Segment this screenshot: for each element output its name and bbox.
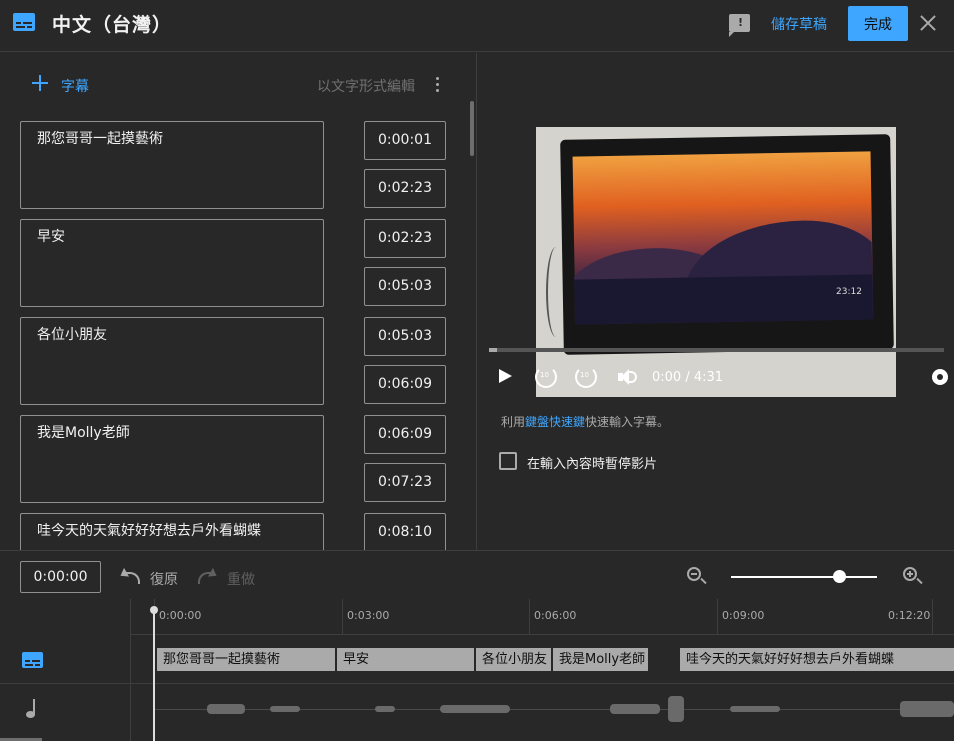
wave-blob — [207, 704, 245, 714]
done-button[interactable]: 完成 — [848, 6, 908, 41]
keyboard-shortcuts-link[interactable]: 鍵盤快速鍵 — [525, 415, 585, 429]
settings-gear-icon[interactable] — [932, 369, 948, 385]
rewind-10-icon[interactable]: 10 — [535, 366, 557, 388]
timeline-panel: 0:00:00 復原 重做 0:00:00 0:03:00 0:06:00 0:… — [0, 550, 954, 741]
current-time-field[interactable]: 0:00:00 — [20, 561, 101, 593]
wave-blob — [375, 706, 395, 712]
feedback-icon-glyph: ! — [738, 16, 744, 29]
edit-as-text-button[interactable]: 以文字形式編輯 — [317, 76, 415, 96]
rewind-10-label: 10 — [540, 371, 549, 379]
subtitles-icon — [13, 13, 35, 31]
subtitle-editor: 中文（台灣） ! 儲存草稿 完成 字幕 以文字形式編輯 那您哥哥一起摸藝術 0:… — [0, 0, 954, 741]
cue-text-field[interactable]: 我是Molly老師 — [20, 415, 324, 503]
cue-list-panel: 字幕 以文字形式編輯 那您哥哥一起摸藝術 0:00:01 0:02:23 早安 … — [0, 53, 477, 550]
ruler-tick — [529, 599, 530, 635]
cue-text-field[interactable]: 那您哥哥一起摸藝術 — [20, 121, 324, 209]
timeline-segment[interactable]: 哇今天的天氣好好好想去戶外看蝴蝶 — [680, 648, 954, 671]
wave-blob — [270, 706, 300, 712]
feedback-icon[interactable]: ! — [729, 14, 750, 37]
video-player[interactable]: 23:12 — [536, 127, 896, 397]
hint-prefix: 利用 — [501, 415, 526, 429]
ruler-label: 0:09:00 — [722, 609, 765, 622]
forward-10-label: 10 — [580, 371, 589, 379]
playhead-handle[interactable] — [150, 606, 158, 614]
cue-start-time[interactable]: 0:02:23 — [364, 219, 446, 258]
track-divider — [130, 599, 131, 741]
zoom-slider[interactable] — [731, 576, 877, 578]
cue-text-field[interactable]: 各位小朋友 — [20, 317, 324, 405]
ruler-tick — [717, 599, 718, 635]
cue-end-time[interactable]: 0:05:03 — [364, 267, 446, 306]
time-ruler[interactable]: 0:00:00 0:03:00 0:06:00 0:09:00 0:12:20 — [130, 599, 954, 635]
zoom-out-icon[interactable] — [687, 567, 701, 581]
ruler-label: 0:03:00 — [347, 609, 390, 622]
cue-end-time[interactable]: 0:02:23 — [364, 169, 446, 208]
ruler-tick — [342, 599, 343, 635]
undo-icon[interactable] — [120, 568, 140, 584]
header-bar: 中文（台灣） ! 儲存草稿 完成 — [0, 0, 954, 52]
redo-button: 重做 — [227, 572, 255, 588]
cue-text-field[interactable]: 哇今天的天氣好好好想去戶外看蝴蝶 — [20, 513, 324, 550]
cue-start-time[interactable]: 0:06:09 — [364, 415, 446, 454]
progress-fill — [489, 348, 497, 352]
pause-while-typing-checkbox[interactable] — [499, 452, 517, 470]
screen-clock: 23:12 — [836, 287, 862, 297]
music-note-icon — [26, 699, 40, 719]
hint-suffix: 快速輸入字幕。 — [585, 415, 670, 429]
time-display: 0:00 / 4:31 — [652, 370, 724, 385]
cue-end-time[interactable]: 0:06:09 — [364, 365, 446, 404]
cue-text-field[interactable]: 早安 — [20, 219, 324, 307]
plus-icon[interactable] — [32, 75, 48, 91]
redo-icon — [196, 568, 216, 584]
save-draft-button[interactable]: 儲存草稿 — [771, 14, 827, 34]
timeline-segment[interactable]: 我是Molly老師 — [553, 648, 648, 671]
subtitles-track-icon — [22, 652, 43, 668]
playhead[interactable] — [153, 609, 155, 741]
cue-start-time[interactable]: 0:08:10 — [364, 513, 446, 550]
more-options-icon[interactable] — [431, 75, 445, 93]
play-icon[interactable] — [499, 369, 513, 385]
mountains — [573, 204, 873, 325]
ruler-tick — [932, 599, 933, 635]
wave-blob — [668, 696, 684, 722]
preview-panel: 23:12 10 10 0:00 / 4:31 利用鍵盤快速鍵快速輸入字幕。 在… — [477, 53, 954, 550]
cable — [546, 247, 566, 337]
cue-start-time[interactable]: 0:05:03 — [364, 317, 446, 356]
cue-start-time[interactable]: 0:00:01 — [364, 121, 446, 160]
pause-while-typing-label[interactable]: 在輸入內容時暫停影片 — [527, 453, 657, 472]
zoom-slider-knob[interactable] — [833, 570, 846, 583]
wave-blob — [900, 701, 954, 717]
forward-10-icon[interactable]: 10 — [575, 366, 597, 388]
timeline-segment[interactable]: 那您哥哥一起摸藝術 — [157, 648, 335, 671]
ruler-label: 0:06:00 — [534, 609, 577, 622]
row-divider — [0, 683, 954, 684]
wave-blob — [610, 704, 660, 714]
wave-blob — [730, 706, 780, 712]
progress-bar[interactable] — [489, 348, 944, 352]
page-title: 中文（台灣） — [52, 14, 173, 36]
keyboard-hint: 利用鍵盤快速鍵快速輸入字幕。 — [501, 413, 669, 430]
timeline-segment[interactable]: 早安 — [337, 648, 474, 671]
add-subtitle-button[interactable]: 字幕 — [61, 76, 89, 96]
ruler-label: 0:00:00 — [159, 609, 202, 622]
cue-end-time[interactable]: 0:07:23 — [364, 463, 446, 502]
undo-button[interactable]: 復原 — [150, 569, 178, 589]
timeline-segment[interactable]: 各位小朋友 — [476, 648, 551, 671]
wave-blob — [440, 705, 510, 713]
zoom-in-icon[interactable] — [903, 567, 917, 581]
close-icon[interactable] — [917, 12, 939, 34]
scrollbar[interactable] — [470, 101, 474, 156]
ruler-label: 0:12:20 — [888, 609, 931, 622]
